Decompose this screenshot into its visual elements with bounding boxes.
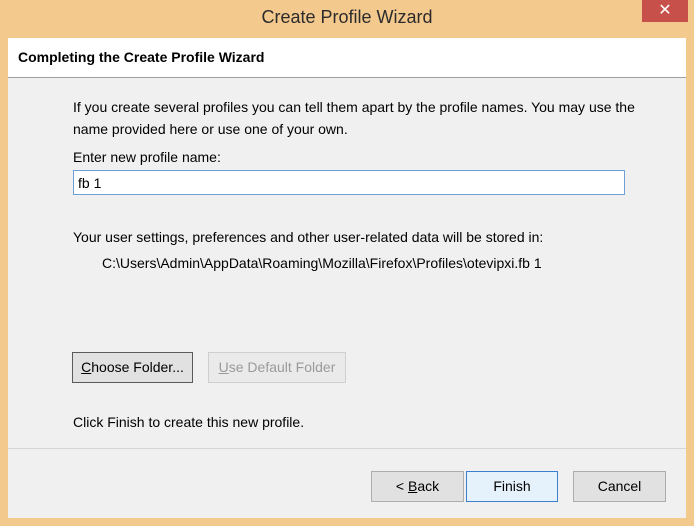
- window-title: Create Profile Wizard: [261, 7, 433, 27]
- wizard-client-area: Completing the Create Profile Wizard If …: [8, 38, 686, 518]
- back-prefix: <: [395, 478, 408, 494]
- storage-path: C:\Users\Admin\AppData\Roaming\Mozilla\F…: [102, 255, 542, 271]
- wizard-window: Create Profile Wizard ✕ Completing the C…: [0, 0, 694, 526]
- footer-divider: [8, 448, 686, 449]
- cancel-button[interactable]: Cancel: [573, 471, 666, 502]
- back-label: ack: [417, 478, 440, 494]
- finish-button[interactable]: Finish: [466, 471, 558, 502]
- choose-folder-label: hoose Folder...: [91, 359, 184, 375]
- choose-folder-accel: C: [81, 359, 92, 375]
- page-title: Completing the Create Profile Wizard: [18, 49, 265, 65]
- intro-text: If you create several profiles you can t…: [73, 99, 635, 137]
- choose-folder-button[interactable]: Choose Folder...: [72, 352, 193, 383]
- finish-hint-text: Click Finish to create this new profile.: [73, 414, 305, 430]
- default-folder-accel: U: [218, 359, 229, 375]
- storage-info-text: Your user settings, preferences and othe…: [73, 229, 544, 245]
- default-folder-label: se Default Folder: [228, 359, 336, 375]
- back-button[interactable]: < Back: [371, 471, 464, 502]
- profile-name-input[interactable]: [73, 170, 625, 195]
- back-accel: B: [407, 478, 418, 494]
- wizard-header: Completing the Create Profile Wizard: [8, 38, 686, 78]
- profile-name-label: Enter new profile name:: [73, 149, 221, 165]
- title-bar: Create Profile Wizard ✕: [0, 0, 694, 36]
- use-default-folder-button[interactable]: Use Default Folder: [208, 352, 346, 383]
- close-icon[interactable]: ✕: [642, 0, 688, 22]
